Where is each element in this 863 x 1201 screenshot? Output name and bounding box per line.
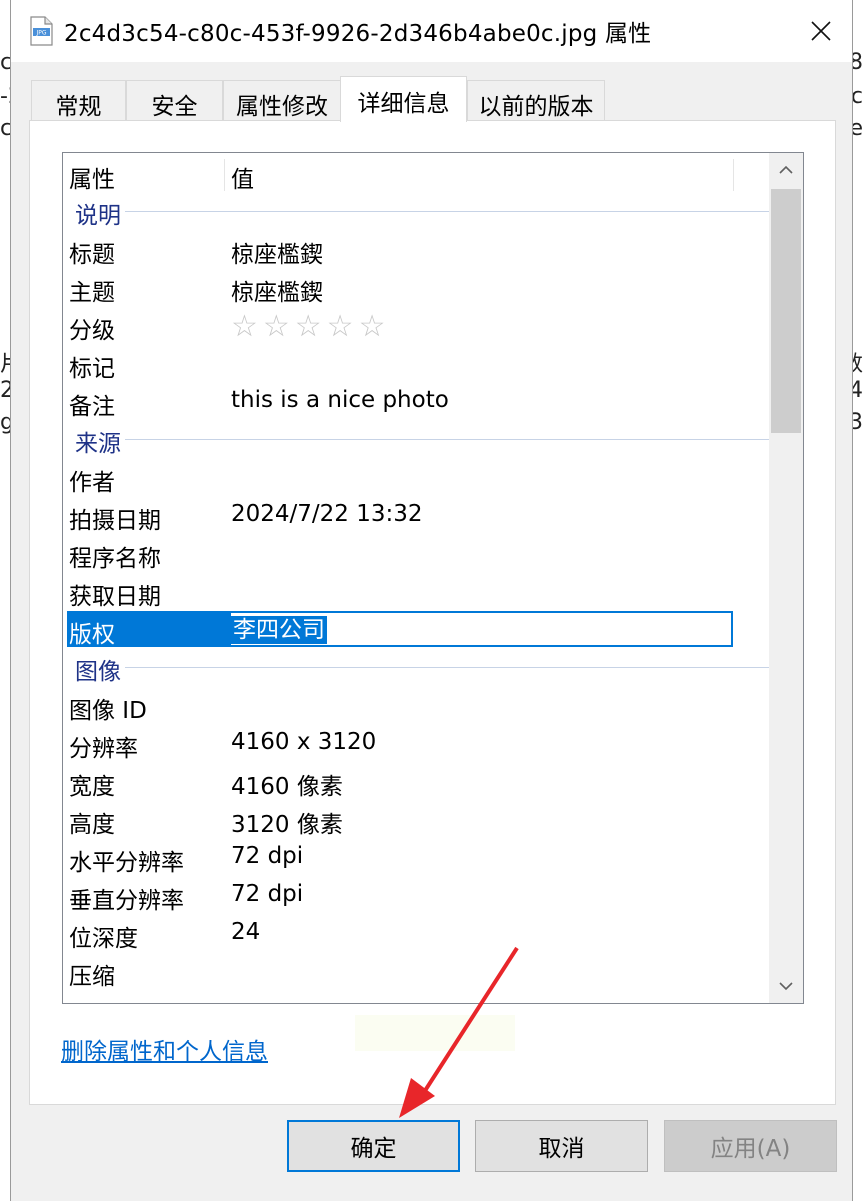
apply-button[interactable]: 应用(A) — [664, 1120, 837, 1172]
tab-general[interactable]: 常规 — [31, 80, 126, 122]
copyright-edit-field[interactable]: 李四公司 — [229, 611, 733, 647]
group-header: 来源 — [63, 421, 791, 459]
list-item[interactable]: 水平分辨率 72 dpi — [63, 839, 767, 877]
property-value: 72 dpi — [231, 843, 304, 869]
list-item[interactable]: 主题 椋座檻鍥 — [63, 269, 767, 307]
dialog-title: 2c4d3c54-c80c-453f-9926-2d346b4abe0c.jpg… — [64, 21, 652, 47]
property-label: 备注 — [69, 394, 115, 420]
property-label: 版权 — [69, 622, 115, 648]
close-icon — [811, 21, 831, 41]
list-item[interactable]: 分辨率 4160 x 3120 — [63, 725, 767, 763]
property-label: 作者 — [69, 470, 115, 496]
column-divider[interactable] — [733, 159, 734, 191]
list-item[interactable]: 拍摄日期 2024/7/22 13:32 — [63, 497, 767, 535]
property-value: 3120 像素 — [231, 812, 343, 838]
group-header: 图像 — [63, 649, 791, 687]
remove-properties-link[interactable]: 删除属性和个人信息 — [61, 1032, 268, 1066]
property-value: 椋座檻鍥 — [231, 242, 323, 268]
details-list[interactable]: 属性 值 说明 标题 椋座檻鍥 主题 椋座檻鍥 分级 ☆☆☆☆☆ 标记 备注 t… — [62, 152, 804, 1004]
cancel-button[interactable]: 取消 — [475, 1120, 648, 1172]
property-value: 4160 像素 — [231, 774, 343, 800]
jpg-file-icon: JPG — [30, 16, 53, 46]
list-item[interactable]: 备注 this is a nice photo — [63, 383, 767, 421]
column-header-value[interactable]: 值 — [231, 160, 254, 194]
scrollbar-thumb[interactable] — [771, 189, 801, 433]
list-item[interactable]: 作者 — [63, 459, 767, 497]
scroll-up-icon — [779, 165, 793, 174]
column-header-property[interactable]: 属性 — [69, 160, 115, 194]
list-item[interactable]: 宽度 4160 像素 — [63, 763, 767, 801]
title-bar[interactable]: JPG 2c4d3c54-c80c-453f-9926-2d346b4abe0c… — [11, 0, 852, 62]
property-label: 标记 — [69, 356, 115, 382]
group-header: 说明 — [63, 193, 791, 231]
close-button[interactable] — [790, 0, 852, 62]
property-label: 分级 — [69, 318, 115, 344]
list-item[interactable]: 图像 ID — [63, 687, 767, 725]
details-rows: 说明 标题 椋座檻鍥 主题 椋座檻鍥 分级 ☆☆☆☆☆ 标记 备注 this i… — [63, 193, 791, 991]
property-label: 程序名称 — [69, 546, 161, 572]
scroll-down-icon — [779, 982, 793, 991]
copyright-value-selected[interactable]: 李四公司 — [231, 616, 327, 644]
properties-dialog: JPG 2c4d3c54-c80c-453f-9926-2d346b4abe0c… — [10, 0, 853, 1201]
property-value: 24 — [231, 919, 261, 945]
property-value: 2024/7/22 13:32 — [231, 501, 423, 527]
property-value: 72 dpi — [231, 881, 304, 907]
group-label-image: 图像 — [75, 659, 121, 685]
list-header: 属性 值 — [63, 153, 767, 193]
list-item-selected[interactable]: 版权 李四公司 — [63, 611, 767, 649]
group-divider — [125, 211, 791, 212]
property-label: 主题 — [69, 280, 115, 306]
property-label: 图像 ID — [69, 698, 147, 724]
property-label: 宽度 — [69, 774, 115, 800]
property-label: 拍摄日期 — [69, 508, 161, 534]
list-item[interactable]: 程序名称 — [63, 535, 767, 573]
property-label: 位深度 — [69, 926, 138, 952]
list-item[interactable]: 垂直分辨率 72 dpi — [63, 877, 767, 915]
property-label: 分辨率 — [69, 736, 138, 762]
property-label: 压缩 — [69, 964, 115, 990]
tab-property-modify[interactable]: 属性修改 — [223, 80, 341, 122]
list-item[interactable]: 标记 — [63, 345, 767, 383]
scroll-down-button[interactable] — [769, 969, 803, 1003]
property-label: 高度 — [69, 812, 115, 838]
rating-stars[interactable]: ☆☆☆☆☆ — [231, 309, 390, 344]
scroll-up-button[interactable] — [769, 153, 803, 187]
group-label-description: 说明 — [75, 203, 121, 229]
list-item[interactable]: 获取日期 — [63, 573, 767, 611]
property-label: 水平分辨率 — [69, 850, 184, 876]
ok-button[interactable]: 确定 — [287, 1120, 460, 1172]
group-divider — [125, 667, 791, 668]
column-divider[interactable] — [224, 159, 225, 191]
list-item[interactable]: 分级 ☆☆☆☆☆ — [63, 307, 767, 345]
tab-details[interactable]: 详细信息 — [340, 76, 467, 122]
list-item[interactable]: 高度 3120 像素 — [63, 801, 767, 839]
list-item[interactable]: 标题 椋座檻鍥 — [63, 231, 767, 269]
group-label-origin: 来源 — [75, 431, 121, 457]
tab-previous-versions[interactable]: 以前的版本 — [467, 80, 605, 122]
svg-text:JPG: JPG — [35, 30, 46, 37]
group-divider — [125, 439, 791, 440]
property-value: 椋座檻鍥 — [231, 280, 323, 306]
property-value: this is a nice photo — [231, 387, 449, 413]
property-value: 4160 x 3120 — [231, 729, 377, 755]
property-label: 垂直分辨率 — [69, 888, 184, 914]
property-label: 获取日期 — [69, 584, 161, 610]
tab-security[interactable]: 安全 — [126, 80, 223, 122]
annotation-arrow-icon — [399, 946, 519, 1118]
vertical-scrollbar[interactable] — [769, 153, 803, 1003]
property-label: 标题 — [69, 242, 115, 268]
